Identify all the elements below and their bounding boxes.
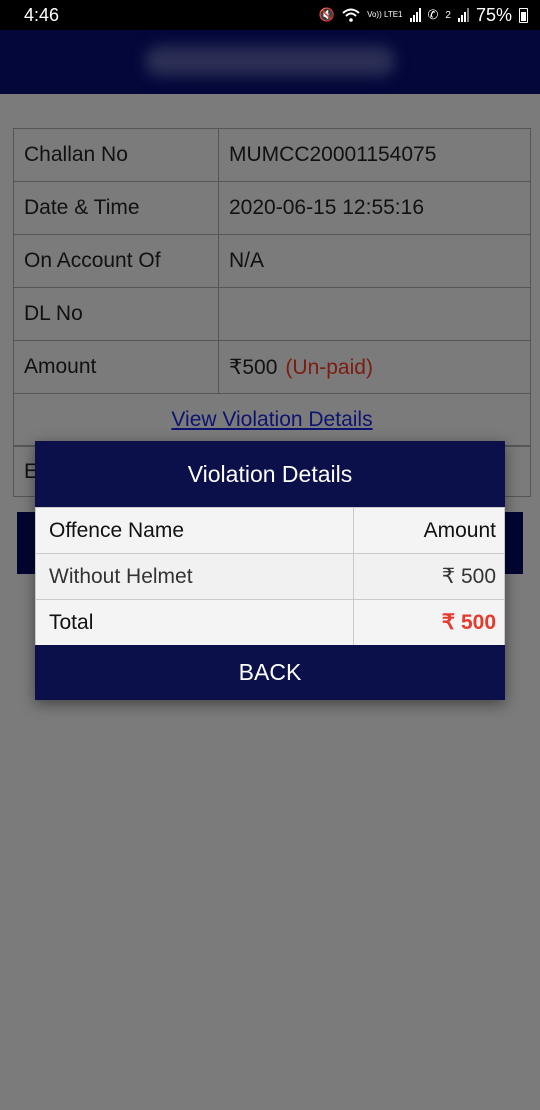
offence-amount: ₹ 500 — [353, 553, 505, 600]
volte-label: Vo)) LTE1 — [367, 10, 403, 19]
row-label: DL No — [13, 287, 219, 341]
back-button[interactable]: BACK — [35, 645, 505, 700]
table-row: Challan No MUMCC20001154075 — [13, 128, 531, 182]
table-row: View Violation Details — [13, 393, 531, 447]
battery-icon — [519, 7, 528, 23]
table-row: Without Helmet ₹ 500 — [35, 553, 505, 600]
payment-status: (Un-paid) — [285, 355, 373, 379]
app-header — [0, 30, 540, 94]
total-amount: ₹ 500 — [353, 599, 505, 646]
table-row: Amount ₹500 (Un-paid) — [13, 340, 531, 394]
blurred-logo — [145, 46, 395, 76]
mute-icon: 🔇 — [318, 7, 336, 22]
status-bar: 4:46 🔇 Vo)) LTE1 ✆ 2 75% — [0, 0, 540, 30]
header-offence-name: Offence Name — [35, 507, 354, 554]
row-label: Challan No — [13, 128, 219, 182]
row-value: 2020-06-15 12:55:16 — [218, 181, 531, 235]
view-violation-details-link[interactable]: View Violation Details — [171, 408, 372, 431]
table-row: Date & Time 2020-06-15 12:55:16 — [13, 181, 531, 235]
status-icons: 🔇 Vo)) LTE1 ✆ 2 75% — [319, 5, 528, 26]
violation-table: Offence Name Amount Without Helmet ₹ 500… — [35, 507, 505, 646]
row-label: On Account Of — [13, 234, 219, 288]
amount-value: ₹500 — [229, 355, 278, 379]
wifi-icon — [342, 8, 360, 22]
table-header-row: Offence Name Amount — [35, 507, 505, 554]
battery-percent: 75% — [475, 4, 512, 25]
total-label: Total — [35, 599, 354, 646]
row-value: MUMCC20001154075 — [218, 128, 531, 182]
row-value: N/A — [218, 234, 531, 288]
challan-table: Challan No MUMCC20001154075 Date & Time … — [13, 128, 531, 447]
total-row: Total ₹ 500 — [35, 599, 505, 646]
table-row: On Account Of N/A — [13, 234, 531, 288]
status-time: 4:46 — [24, 4, 60, 25]
dialog-title: Violation Details — [35, 441, 505, 507]
signal-icon-2 — [457, 8, 469, 22]
header-amount: Amount — [353, 507, 505, 554]
view-link-cell: View Violation Details — [13, 393, 531, 447]
violation-details-dialog: Violation Details Offence Name Amount Wi… — [35, 441, 505, 700]
sim2-label: 2 — [445, 9, 451, 21]
row-label: Date & Time — [13, 181, 219, 235]
row-label: Amount — [13, 340, 219, 394]
offence-name: Without Helmet — [35, 553, 354, 600]
amount-cell: ₹500 (Un-paid) — [218, 340, 531, 394]
call-icon: ✆ — [427, 7, 439, 22]
signal-icon — [409, 8, 421, 22]
row-value — [218, 287, 531, 341]
table-row: DL No — [13, 287, 531, 341]
